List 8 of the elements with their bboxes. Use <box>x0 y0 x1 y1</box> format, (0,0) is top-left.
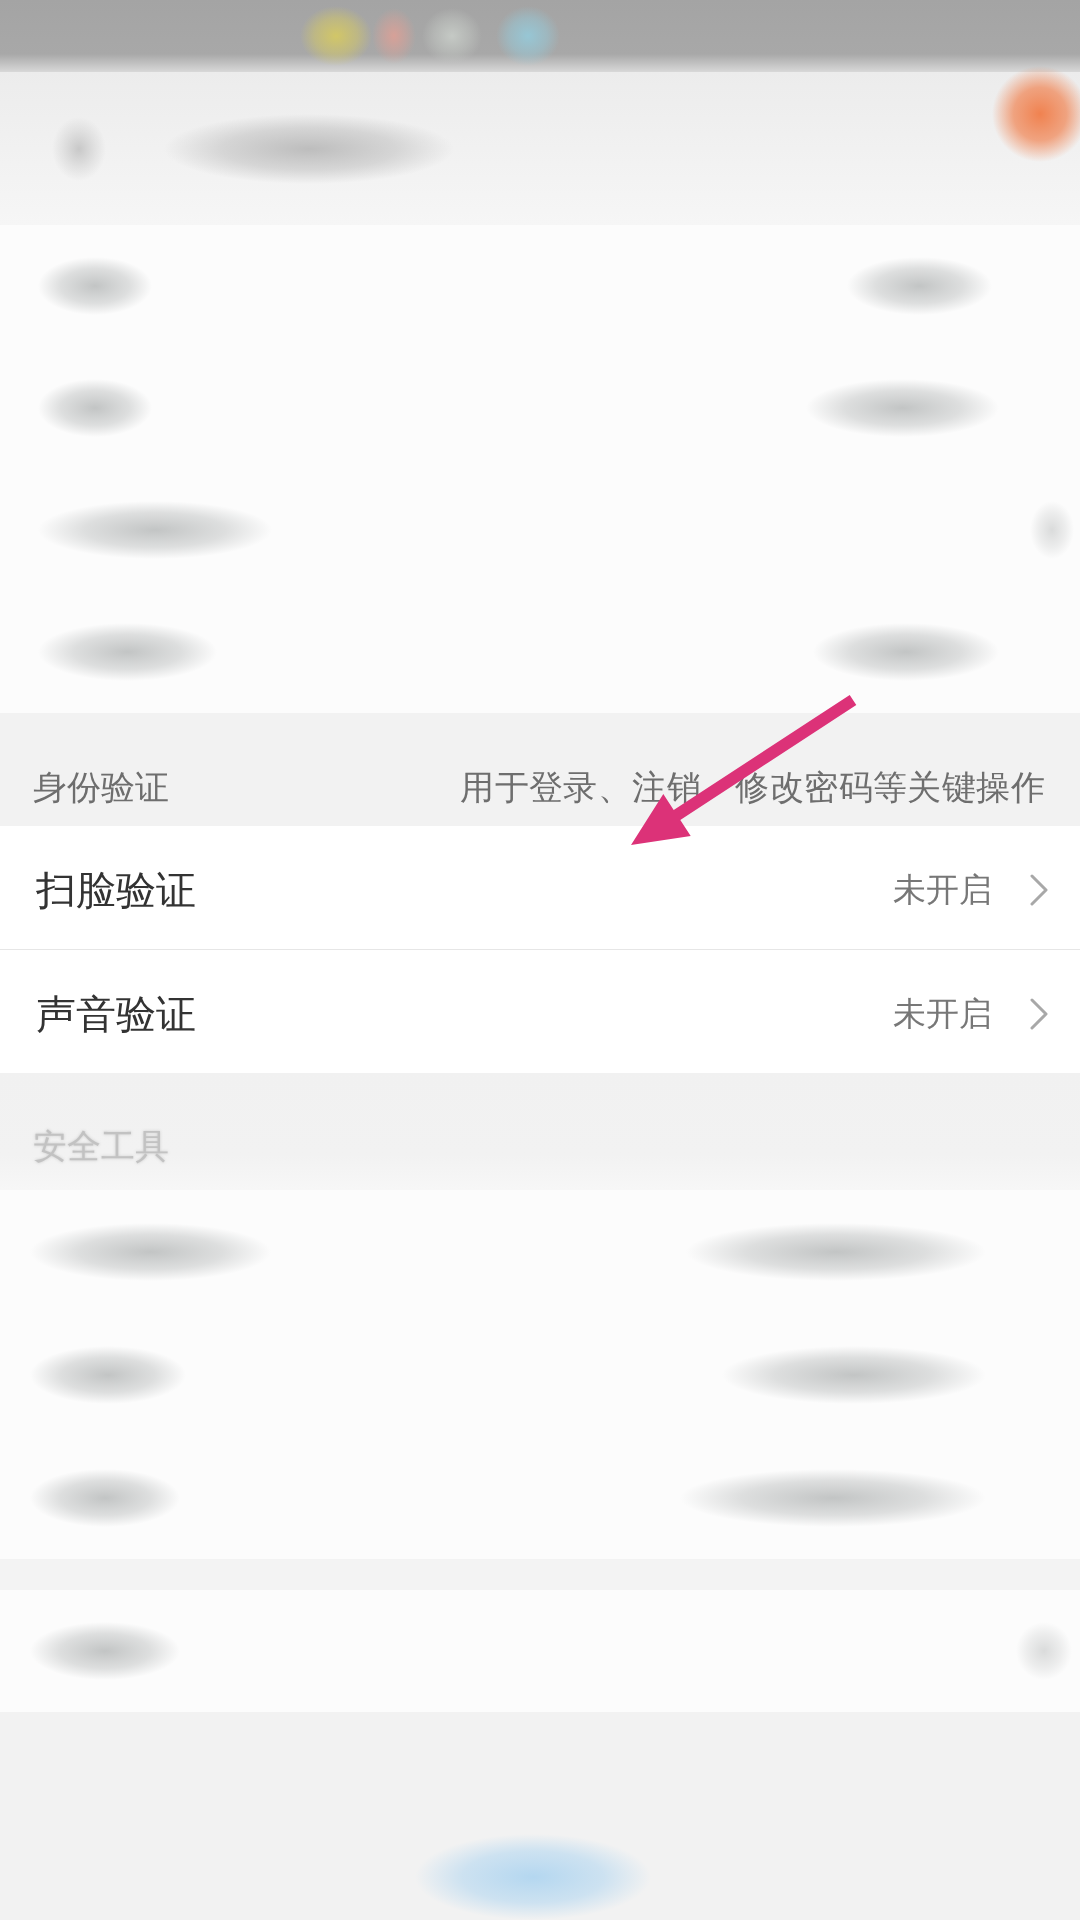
row-value: 未开启 <box>893 868 992 911</box>
section-title: 身份验证 <box>33 765 169 809</box>
chevron-icon <box>1030 874 1048 906</box>
row-value: 未开启 <box>893 992 992 1035</box>
section-description: 修改密码等关键操作 <box>735 765 1045 809</box>
row-label: 声音验证 <box>36 989 196 1039</box>
row-label: 扫脸验证 <box>36 865 196 915</box>
chevron-icon <box>1030 998 1048 1030</box>
